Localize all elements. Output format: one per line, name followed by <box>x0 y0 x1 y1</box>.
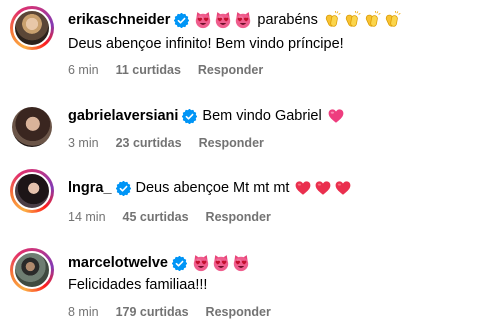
comment-time: 8 min <box>68 305 99 319</box>
heart-eyes-cat-icon <box>194 11 212 29</box>
comment-line: marcelotwelve <box>68 253 250 273</box>
avatar-photo <box>13 9 51 47</box>
emoji-group <box>327 107 345 125</box>
comment-time: 14 min <box>68 210 106 224</box>
heart-eyes-cat-icon <box>212 254 230 272</box>
pink-heart-icon <box>327 107 345 125</box>
reply-button[interactable]: Responder <box>198 61 263 79</box>
emoji-group <box>294 179 352 197</box>
avatar[interactable] <box>10 105 54 149</box>
comment-line: lngra_ Deus abençoe Mt mt mt <box>68 178 352 198</box>
avatar-photo <box>12 107 52 147</box>
heart-eyes-cat-icon <box>232 254 250 272</box>
comment-line: gabrielaversiani Bem vindo Gabriel <box>68 106 345 126</box>
comment-time: 6 min <box>68 63 99 77</box>
comment-text: Deus abençoe Mt mt mt <box>135 180 290 196</box>
red-heart-icon <box>294 179 312 197</box>
comment-line: erikaschneider parabéns <box>68 10 401 30</box>
comment-meta: 8 min 179 curtidas Responder <box>68 303 271 321</box>
comment-text: Deus abençoe infinito! Bem vindo príncip… <box>68 36 344 52</box>
heart-eyes-cat-icon <box>214 11 232 29</box>
clapping-hands-icon <box>323 11 341 29</box>
username-link[interactable]: marcelotwelve <box>68 253 168 273</box>
reply-button[interactable]: Responder <box>206 303 271 321</box>
likes-count[interactable]: 11 curtidas <box>116 61 181 79</box>
verified-badge-icon <box>174 13 189 28</box>
comment-text: Felicidades familiaa!!! <box>68 277 208 293</box>
verified-badge-icon <box>116 181 131 196</box>
clapping-hands-icon <box>383 11 401 29</box>
likes-count[interactable]: 45 curtidas <box>123 208 189 226</box>
likes-count[interactable]: 179 curtidas <box>116 303 189 321</box>
likes-count[interactable]: 23 curtidas <box>116 134 182 152</box>
username-link[interactable]: erikaschneider <box>68 10 170 30</box>
comment-line: Deus abençoe infinito! Bem vindo príncip… <box>68 34 344 54</box>
verified-badge-icon <box>182 109 197 124</box>
avatar-photo <box>13 172 51 210</box>
avatar[interactable] <box>10 6 54 50</box>
clapping-hands-icon <box>343 11 361 29</box>
reply-button[interactable]: Responder <box>206 208 271 226</box>
username-link[interactable]: gabrielaversiani <box>68 106 178 126</box>
comment-meta: 14 min 45 curtidas Responder <box>68 208 271 226</box>
comment-text: parabéns <box>257 12 318 28</box>
username-link[interactable]: lngra_ <box>68 178 112 198</box>
emoji-group <box>323 11 401 29</box>
avatar[interactable] <box>10 169 54 213</box>
comment-time: 3 min <box>68 136 99 150</box>
heart-eyes-cat-icon <box>192 254 210 272</box>
red-heart-icon <box>334 179 352 197</box>
avatar-photo <box>13 251 51 289</box>
verified-badge-icon <box>172 256 187 271</box>
reply-button[interactable]: Responder <box>199 134 264 152</box>
comment-meta: 3 min 23 curtidas Responder <box>68 134 264 152</box>
clapping-hands-icon <box>363 11 381 29</box>
comment-text: Bem vindo Gabriel <box>202 108 322 124</box>
emoji-group <box>194 11 252 29</box>
emoji-group <box>192 254 250 272</box>
heart-eyes-cat-icon <box>234 11 252 29</box>
red-heart-icon <box>314 179 332 197</box>
avatar[interactable] <box>10 248 54 292</box>
comment-line: Felicidades familiaa!!! <box>68 275 207 295</box>
comment-meta: 6 min 11 curtidas Responder <box>68 61 263 79</box>
